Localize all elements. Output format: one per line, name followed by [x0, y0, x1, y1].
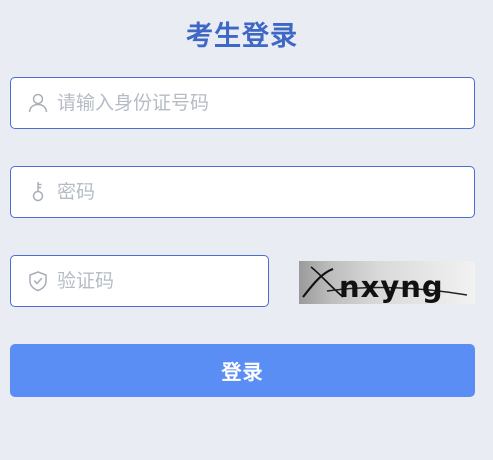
- key-icon: [32, 182, 44, 202]
- shield-icon: [29, 271, 47, 292]
- password-field[interactable]: [10, 166, 475, 218]
- captcha-text: nxyng: [339, 270, 444, 304]
- captcha-field[interactable]: [10, 255, 269, 307]
- id-number-field[interactable]: [10, 77, 475, 129]
- password-input[interactable]: [57, 167, 460, 217]
- user-icon: [28, 93, 48, 113]
- id-number-input[interactable]: [57, 78, 460, 128]
- captcha-input[interactable]: [57, 256, 254, 306]
- captcha-image[interactable]: nxyng: [299, 261, 475, 304]
- login-button[interactable]: 登录: [10, 344, 475, 397]
- page-title: 考生登录: [186, 21, 298, 52]
